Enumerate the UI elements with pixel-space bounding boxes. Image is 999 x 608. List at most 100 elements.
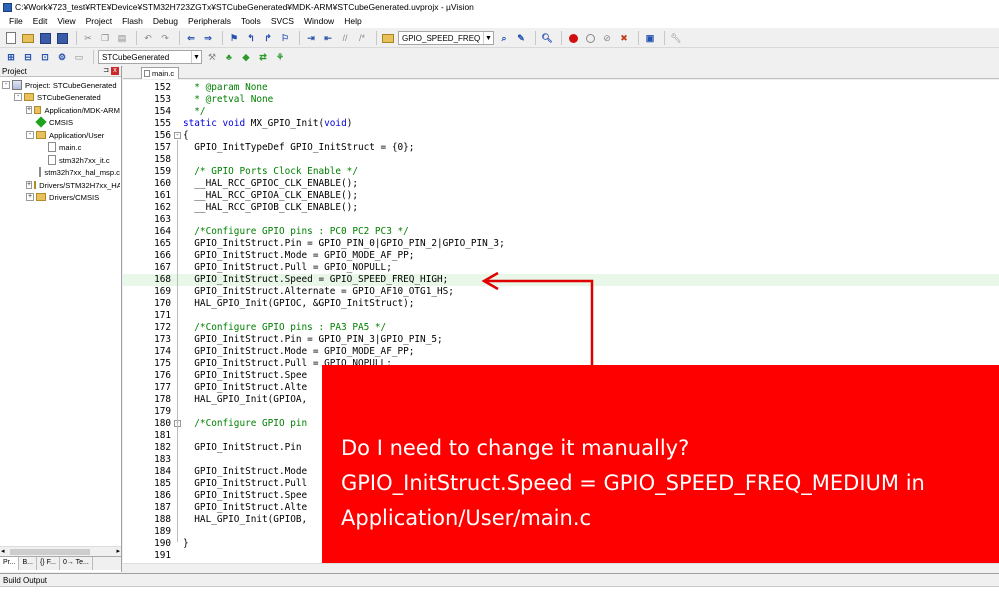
tree-item[interactable]: CMSIS xyxy=(26,116,120,128)
project-tab[interactable]: {} F... xyxy=(37,557,60,570)
menu-project[interactable]: Project xyxy=(81,14,117,28)
save-icon[interactable] xyxy=(38,31,52,45)
uncomment-icon[interactable]: /* xyxy=(355,31,369,45)
code-line[interactable]: 173 GPIO_InitStruct.Pin = GPIO_PIN_3|GPI… xyxy=(123,334,999,346)
menu-svcs[interactable]: SVCS xyxy=(266,14,299,28)
build-icon[interactable]: ⊟ xyxy=(21,50,35,64)
menu-file[interactable]: File xyxy=(4,14,28,28)
scrollbar-thumb[interactable] xyxy=(10,549,90,555)
incremental-find-icon[interactable]: ✎ xyxy=(514,31,528,45)
copy-icon[interactable]: ❐ xyxy=(98,31,112,45)
code-line[interactable]: 166 GPIO_InitStruct.Mode = GPIO_MODE_AF_… xyxy=(123,250,999,262)
tree-item[interactable]: main.c xyxy=(38,141,120,153)
find-icon[interactable]: ⌕ xyxy=(497,31,511,45)
nav-back-icon[interactable]: ⇐ xyxy=(184,31,198,45)
tree-item[interactable]: - STCubeGenerated xyxy=(14,91,120,103)
code-line[interactable]: 160 __HAL_RCC_GPIOC_CLK_ENABLE(); xyxy=(123,178,999,190)
comment-icon[interactable]: // xyxy=(338,31,352,45)
code-line[interactable]: 153 * @retval None xyxy=(123,94,999,106)
new-file-icon[interactable] xyxy=(4,31,18,45)
nav-forward-icon[interactable]: ⇒ xyxy=(201,31,215,45)
code-line[interactable]: 165 GPIO_InitStruct.Pin = GPIO_PIN_0|GPI… xyxy=(123,238,999,250)
tree-item[interactable]: - Application/User xyxy=(26,129,120,141)
menu-window[interactable]: Window xyxy=(299,14,339,28)
tree-item[interactable]: + Drivers/CMSIS xyxy=(26,191,120,203)
tree-item[interactable]: + Drivers/STM32H7xx_HAL_Driver xyxy=(26,179,120,191)
rebuild-icon[interactable]: ⊡ xyxy=(38,50,52,64)
pack-installer-icon[interactable]: ⇄ xyxy=(256,50,270,64)
clear-bookmarks-icon[interactable]: ⚐ xyxy=(278,31,292,45)
tree-item[interactable]: stm32h7xx_it.c xyxy=(38,154,120,166)
tree-item[interactable]: - Project: STCubeGenerated xyxy=(2,79,120,91)
code-line[interactable]: 170 HAL_GPIO_Init(GPIOC, &GPIO_InitStruc… xyxy=(123,298,999,310)
code-line[interactable]: 156-{ xyxy=(123,130,999,142)
target-select[interactable]: STCubeGenerated ▼ xyxy=(98,50,202,64)
expand-icon[interactable]: + xyxy=(26,193,34,201)
tree-item[interactable]: stm32h7xx_hal_msp.c xyxy=(38,166,120,178)
menu-peripherals[interactable]: Peripherals xyxy=(183,14,236,28)
code-line[interactable]: 172 /*Configure GPIO pins : PA3 PA5 */ xyxy=(123,322,999,334)
window-layout-icon[interactable]: ▣ xyxy=(643,31,657,45)
collapse-icon[interactable]: - xyxy=(2,81,10,89)
save-all-icon[interactable] xyxy=(55,31,69,45)
code-line[interactable]: 169 GPIO_InitStruct.Alternate = GPIO_AF1… xyxy=(123,286,999,298)
chevron-down-icon[interactable]: ▼ xyxy=(191,51,201,63)
scroll-right-icon[interactable]: ▸ xyxy=(116,547,120,555)
menu-debug[interactable]: Debug xyxy=(148,14,183,28)
menu-view[interactable]: View xyxy=(52,14,80,28)
menu-tools[interactable]: Tools xyxy=(236,14,266,28)
redo-icon[interactable]: ↷ xyxy=(158,31,172,45)
tree-item[interactable]: + Application/MDK-ARM xyxy=(26,104,120,116)
menu-help[interactable]: Help xyxy=(339,14,366,28)
run-time-env-icon[interactable]: ◆ xyxy=(239,50,253,64)
code-line[interactable]: 162 __HAL_RCC_GPIOB_CLK_ENABLE(); xyxy=(123,202,999,214)
configure-icon[interactable]: 🔧︎ xyxy=(669,31,683,45)
batch-build-icon[interactable]: ⚙ xyxy=(55,50,69,64)
kill-breakpoints-icon[interactable]: ✖ xyxy=(617,31,631,45)
code-line[interactable]: 168 GPIO_InitStruct.Speed = GPIO_SPEED_F… xyxy=(123,274,999,286)
code-line[interactable]: 164 /*Configure GPIO pins : PC0 PC2 PC3 … xyxy=(123,226,999,238)
project-tab[interactable]: Pr... xyxy=(0,557,20,570)
collapse-icon[interactable]: - xyxy=(26,131,34,139)
code-line[interactable]: 152 * @param None xyxy=(123,82,999,94)
code-line[interactable]: 174 GPIO_InitStruct.Mode = GPIO_MODE_AF_… xyxy=(123,346,999,358)
disable-breakpoint-icon[interactable] xyxy=(583,31,597,45)
close-icon[interactable]: x xyxy=(111,67,119,75)
code-line[interactable]: 161 __HAL_RCC_GPIOA_CLK_ENABLE(); xyxy=(123,190,999,202)
code-line[interactable]: 167 GPIO_InitStruct.Pull = GPIO_NOPULL; xyxy=(123,262,999,274)
translate-icon[interactable]: ⊞ xyxy=(4,50,18,64)
select-software-packs-icon[interactable]: ⚘ xyxy=(273,50,287,64)
next-bookmark-icon[interactable]: ↱ xyxy=(261,31,275,45)
undo-icon[interactable]: ↶ xyxy=(141,31,155,45)
zoom-icon[interactable]: 🔍︎ xyxy=(540,31,554,45)
manage-components-icon[interactable]: ♣ xyxy=(222,50,236,64)
project-tab[interactable]: 0→ Te... xyxy=(60,557,93,570)
code-line[interactable]: 171 xyxy=(123,310,999,322)
paste-icon[interactable]: ▤ xyxy=(115,31,129,45)
prev-bookmark-icon[interactable]: ↰ xyxy=(244,31,258,45)
project-horizontal-scrollbar[interactable]: ◂ ▸ xyxy=(0,546,121,556)
fold-icon[interactable]: - xyxy=(174,132,181,139)
code-line[interactable]: 154 */ xyxy=(123,106,999,118)
code-line[interactable]: 157 GPIO_InitTypeDef GPIO_InitStruct = {… xyxy=(123,142,999,154)
code-line[interactable]: 158 xyxy=(123,154,999,166)
find-in-files-icon[interactable] xyxy=(381,31,395,45)
menu-flash[interactable]: Flash xyxy=(117,14,148,28)
chevron-down-icon[interactable]: ▼ xyxy=(483,32,493,44)
stop-build-icon[interactable]: ▭ xyxy=(72,50,86,64)
pin-icon[interactable]: ⊐ xyxy=(103,66,109,74)
cut-icon[interactable]: ✂ xyxy=(81,31,95,45)
code-line[interactable]: 155 static void MX_GPIO_Init(void) xyxy=(123,118,999,130)
bookmark-icon[interactable]: ⚑ xyxy=(227,31,241,45)
indent-icon[interactable]: ⇥ xyxy=(304,31,318,45)
project-tab[interactable]: B... xyxy=(19,557,37,570)
target-options-icon[interactable]: ⚒ xyxy=(205,50,219,64)
menu-edit[interactable]: Edit xyxy=(28,14,53,28)
unindent-icon[interactable]: ⇤ xyxy=(321,31,335,45)
code-line[interactable]: 159 /* GPIO Ports Clock Enable */ xyxy=(123,166,999,178)
expand-icon[interactable]: + xyxy=(26,181,33,189)
editor-horizontal-scrollbar[interactable] xyxy=(123,563,999,573)
expand-icon[interactable]: + xyxy=(26,106,33,114)
code-line[interactable]: 163 xyxy=(123,214,999,226)
search-combo[interactable]: GPIO_SPEED_FREQ_LOW ▼ xyxy=(398,31,494,45)
